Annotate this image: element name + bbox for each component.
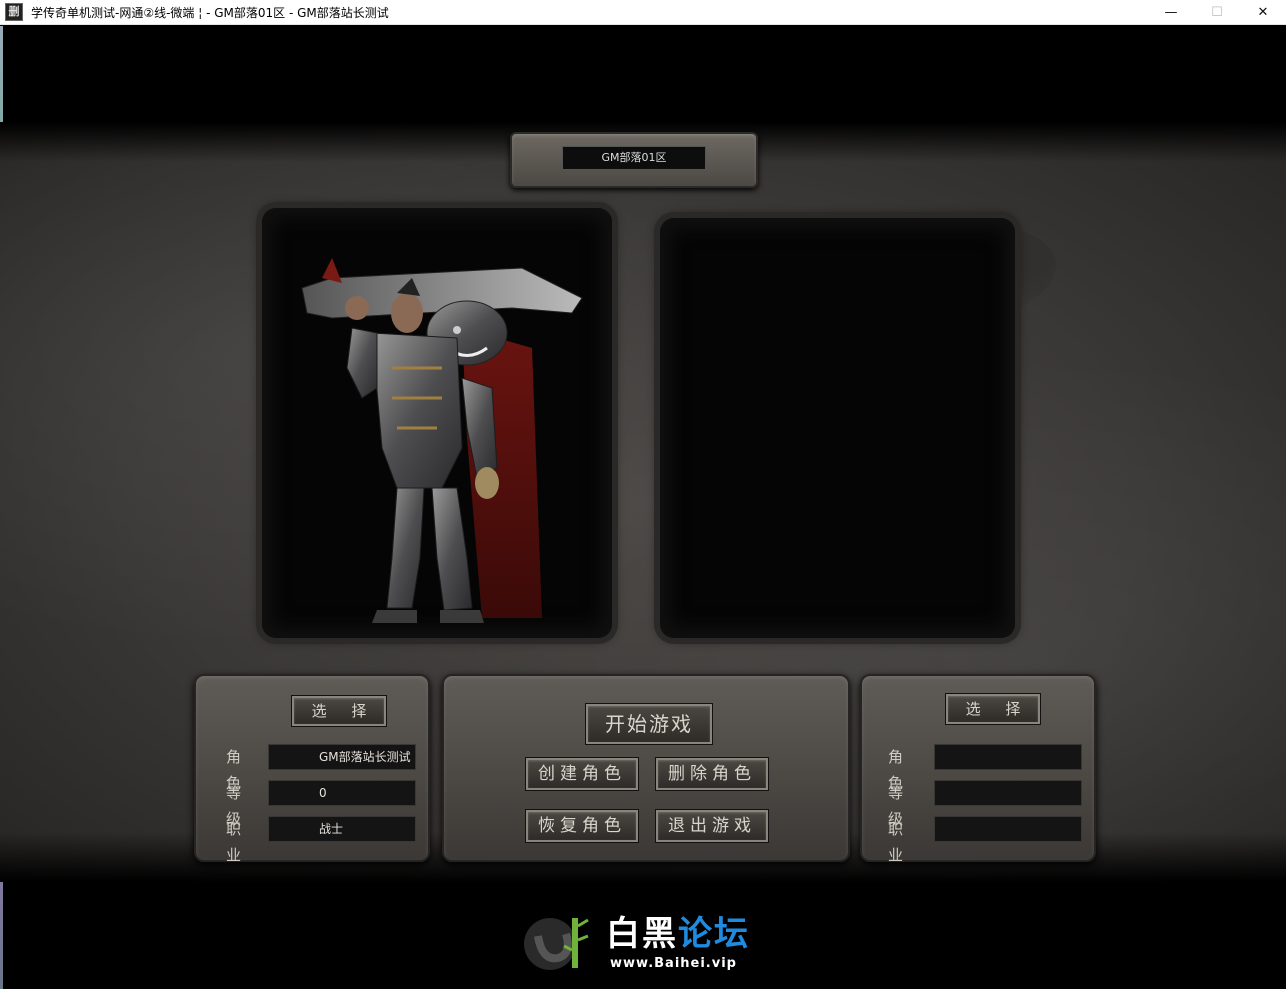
forum-title-part1: 白黑 — [606, 914, 678, 954]
character-slot-right-frame[interactable] — [660, 218, 1015, 638]
job-label: 职业 — [226, 820, 248, 864]
action-panel: 开始游戏 创建角色 删除角色 恢复角色 退出游戏 — [442, 674, 850, 862]
server-name: GM部落01区 — [562, 146, 706, 170]
window-controls: — ☐ ✕ — [1148, 0, 1286, 25]
start-game-button[interactable]: 开始游戏 — [585, 703, 713, 745]
game-client: GM部落01区 选 择 角色 GM部落站长测试 等级 0 职业 战士 开始游戏 … — [0, 26, 1286, 989]
job-value — [934, 816, 1082, 842]
select-right-button[interactable]: 选 择 — [945, 693, 1041, 725]
app-icon[interactable]: 删 — [5, 3, 23, 21]
level-label: 等级 — [226, 784, 248, 828]
restore-character-button[interactable]: 恢复角色 — [525, 809, 639, 843]
level-label: 等级 — [888, 784, 910, 828]
window-titlebar[interactable]: 删 学传奇单机测试-网通②线-微端 ¦ - GM部落01区 - GM部落站长测试… — [0, 0, 1286, 25]
character-info-panel-left: 选 择 角色 GM部落站长测试 等级 0 职业 战士 — [194, 674, 430, 864]
forum-title-part2: 论坛 — [678, 914, 750, 954]
minimize-button[interactable]: — — [1148, 0, 1194, 25]
level-value: 0 — [268, 780, 416, 806]
create-character-button[interactable]: 创建角色 — [525, 757, 639, 791]
level-value — [934, 780, 1082, 806]
character-info-panel-right: 选 择 角色 等级 职业 — [860, 674, 1096, 864]
window-title: 学传奇单机测试-网通②线-微端 ¦ - GM部落01区 - GM部落站长测试 — [31, 5, 389, 20]
role-label: 角色 — [226, 748, 248, 792]
server-plaque: GM部落01区 — [510, 132, 758, 188]
select-left-button[interactable]: 选 择 — [291, 695, 387, 727]
job-label: 职业 — [888, 820, 910, 864]
role-name-value — [934, 744, 1082, 770]
job-value: 战士 — [268, 816, 416, 842]
forum-watermark: 白黑论坛 www.Baihei.vip — [520, 904, 780, 984]
forum-url: www.Baihei.vip — [610, 956, 737, 971]
warrior-portrait[interactable] — [292, 238, 592, 628]
maximize-button[interactable]: ☐ — [1194, 0, 1240, 25]
role-name-value: GM部落站长测试 — [268, 744, 416, 770]
close-button[interactable]: ✕ — [1240, 0, 1286, 25]
role-label: 角色 — [888, 748, 910, 792]
quit-game-button[interactable]: 退出游戏 — [655, 809, 769, 843]
bamboo-logo-icon — [524, 918, 589, 970]
character-slot-left-frame[interactable] — [262, 208, 612, 638]
delete-character-button[interactable]: 删除角色 — [655, 757, 769, 791]
forum-title: 白黑论坛 — [606, 906, 750, 955]
